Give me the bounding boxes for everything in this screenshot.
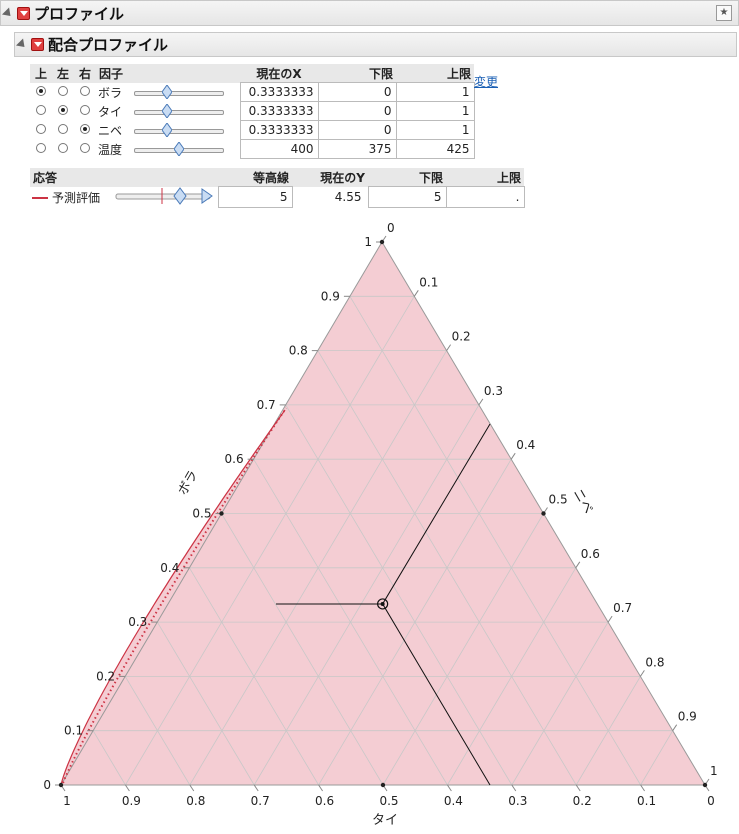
left-tick-label: 0.6 [225, 452, 244, 466]
current-point-dot [380, 601, 385, 606]
right-tick-label: 0.2 [452, 330, 471, 344]
left-tick-label: 0.9 [321, 289, 340, 303]
left-tick-label: 0.5 [192, 507, 211, 521]
reference-point [541, 511, 546, 516]
bottom-tick [253, 784, 259, 792]
right-tick-label: 0.5 [549, 493, 568, 507]
bottom-tick-label: 1 [63, 794, 71, 808]
bottom-tick [124, 784, 130, 792]
bottom-tick-label: 0.5 [379, 794, 398, 808]
bottom-tick [446, 784, 452, 792]
bottom-tick [511, 784, 517, 792]
bottom-tick-label: 0.9 [122, 794, 141, 808]
right-tick [510, 452, 516, 460]
reference-point [380, 782, 386, 788]
right-tick [575, 561, 581, 569]
bottom-tick-label: 0 [707, 794, 715, 808]
right-tick [413, 290, 419, 297]
ternary-plot[interactable]: 00.10.20.30.40.50.60.70.80.9100.10.20.30… [0, 0, 739, 834]
right-tick-label: 0.9 [678, 710, 697, 724]
right-tick [639, 670, 645, 677]
right-tick-label: 0.3 [484, 384, 503, 398]
bottom-tick-label: 0.3 [508, 794, 527, 808]
left-tick-label: 0.2 [96, 669, 115, 683]
left-tick-label: 0 [43, 778, 51, 792]
bottom-tick-label: 0.8 [186, 794, 205, 808]
right-tick-label: 0 [387, 221, 395, 235]
right-tick [607, 615, 613, 623]
right-tick-label: 0.6 [581, 547, 600, 561]
left-tick-label: 0.7 [257, 398, 276, 412]
bottom-tick [575, 784, 581, 792]
reference-point [219, 511, 224, 516]
right-tick-label: 0.1 [419, 275, 438, 289]
nibe-axis-label: ニベ [570, 487, 596, 517]
left-tick-label: 1 [364, 235, 372, 249]
bottom-tick [318, 784, 324, 792]
bottom-tick-label: 0.1 [637, 794, 656, 808]
bottom-tick-label: 0.4 [444, 794, 463, 808]
bottom-tick [640, 784, 646, 792]
reference-point [702, 782, 708, 788]
bottom-tick-label: 0.6 [315, 794, 334, 808]
tai-axis-label: タイ [372, 813, 398, 828]
left-tick-label: 0.8 [289, 344, 308, 358]
right-tick-label: 1 [710, 764, 718, 778]
left-tick-label: 0.4 [160, 561, 179, 575]
reference-point [379, 239, 385, 245]
right-tick-label: 0.4 [516, 438, 535, 452]
bottom-tick-label: 0.2 [573, 794, 592, 808]
bora-axis-label: ボラ [175, 468, 201, 498]
left-tick-label: 0.1 [64, 724, 83, 738]
left-tick-label: 0.3 [128, 615, 147, 629]
right-tick [672, 724, 678, 731]
bottom-tick [189, 784, 195, 792]
right-tick [446, 344, 452, 351]
right-tick-label: 0.7 [613, 601, 632, 615]
right-tick [478, 398, 484, 406]
reference-point [58, 782, 64, 788]
bottom-tick-label: 0.7 [251, 794, 270, 808]
right-tick-label: 0.8 [645, 655, 664, 669]
